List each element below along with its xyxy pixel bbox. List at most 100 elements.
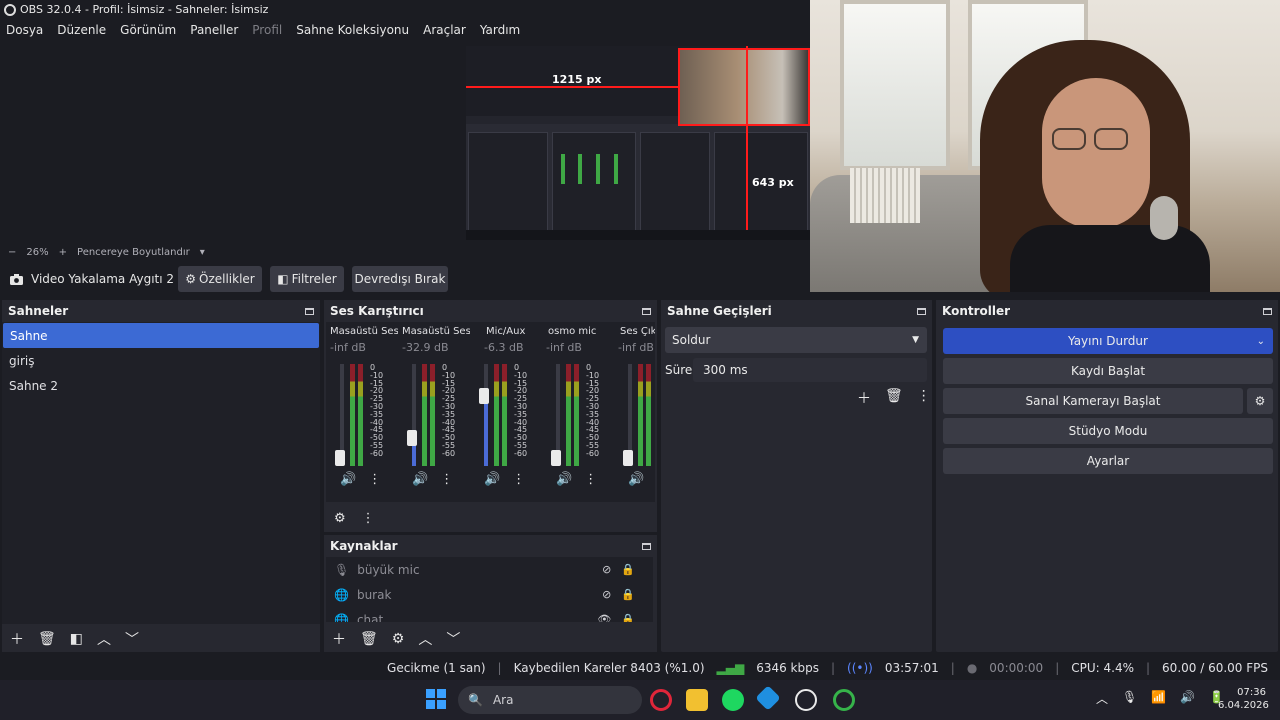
scene-item[interactable]: Sahne 2 [2, 373, 320, 398]
stream-time: 03:57:01 [884, 661, 939, 675]
menu-help[interactable]: Yardım [480, 23, 520, 37]
menu-view[interactable]: Görünüm [120, 23, 176, 37]
recording-app-icon[interactable] [833, 689, 855, 711]
channel-name: Ses Çıkış Yakalama [620, 326, 655, 337]
webcam-video-source[interactable] [810, 0, 1280, 292]
more-icon[interactable]: ⋮ [368, 472, 381, 487]
menu-file[interactable]: Dosya [6, 23, 43, 37]
menu-edit[interactable]: Düzenle [57, 23, 106, 37]
filters-button[interactable]: ◧ Filtreler [270, 266, 344, 292]
volume-slider-handle[interactable] [623, 450, 633, 466]
transition-selected: Soldur [672, 333, 711, 347]
undock-icon[interactable] [642, 307, 651, 315]
more-icon[interactable]: ⋮ [440, 472, 453, 487]
source-item[interactable]: 🎙 büyük mic ⊘ 🔒 [326, 557, 653, 582]
speaker-icon[interactable]: 🔊 [412, 472, 428, 487]
opera-icon[interactable] [650, 689, 672, 711]
remove-scene-icon[interactable]: 🗑 [38, 631, 56, 647]
fit-to-window-select[interactable]: Pencereye Boyutlandır [77, 247, 190, 258]
properties-button[interactable]: ⚙ Özellikler [178, 266, 262, 292]
add-transition-icon[interactable]: ＋ [857, 388, 871, 408]
lock-icon[interactable]: 🔒 [621, 613, 635, 622]
undock-icon[interactable] [917, 307, 926, 315]
deactivate-button[interactable]: Devredışı Bırak [352, 266, 448, 292]
transition-select[interactable]: Soldur ▼ [665, 327, 927, 353]
speaker-icon[interactable]: 🔊 [340, 472, 356, 487]
menu-docks[interactable]: Paneller [190, 23, 238, 37]
undock-icon[interactable] [1263, 307, 1272, 315]
menu-scene-collection[interactable]: Sahne Koleksiyonu [296, 23, 409, 37]
volume-slider-handle[interactable] [407, 430, 417, 447]
remove-source-icon[interactable]: 🗑 [360, 631, 378, 647]
lock-icon[interactable]: 🔒 [621, 563, 635, 576]
source-item[interactable]: 🌐 chat 👁 🔒 [326, 607, 653, 623]
add-source-icon[interactable]: ＋ [332, 629, 346, 649]
system-tray: ︿ 🎙 📶 🔊 🔋 [1096, 690, 1224, 707]
spotify-icon[interactable] [722, 689, 744, 711]
channel-db: -inf dB [618, 341, 654, 354]
hidden-eye-icon[interactable]: ⊘ [602, 588, 611, 601]
start-virtual-camera-button[interactable]: Sanal Kamerayı Başlat [943, 388, 1243, 414]
move-down-icon[interactable]: ﹀ [446, 629, 460, 649]
studio-mode-button[interactable]: Stüdyo Modu [943, 418, 1273, 444]
selected-source: Video Yakalama Aygıtı 2 [0, 272, 176, 286]
menu-profile[interactable]: Profil [252, 23, 282, 37]
level-meter-right [646, 364, 651, 466]
move-up-icon[interactable]: ︿ [418, 629, 432, 649]
chevron-down-icon[interactable]: ⌄ [1257, 336, 1265, 347]
bitrate-status: 6346 kbps [756, 661, 819, 675]
speaker-icon[interactable]: 🔊 [484, 472, 500, 487]
more-icon[interactable]: ⋮ [584, 472, 597, 487]
scene-filters-icon[interactable]: ◧ [70, 631, 83, 647]
settings-button[interactable]: Ayarlar [943, 448, 1273, 474]
transition-actions: ＋ 🗑 ⋮ [857, 388, 931, 408]
move-down-icon[interactable]: ﹀ [125, 629, 139, 649]
start-recording-button[interactable]: Kaydı Başlat [943, 358, 1273, 384]
record-icon: ● [966, 661, 978, 675]
obs-taskbar-icon[interactable] [795, 689, 817, 711]
advanced-audio-icon[interactable]: ⚙ [334, 511, 346, 526]
virtual-camera-settings-button[interactable]: ⚙ [1247, 388, 1273, 414]
scene-item[interactable]: giriş [2, 348, 320, 373]
file-explorer-icon[interactable] [686, 689, 708, 711]
taskbar-clock[interactable]: 07:36 6.04.2026 [1218, 686, 1269, 712]
undock-icon[interactable] [642, 542, 651, 550]
volume-icon[interactable]: 🔊 [1180, 690, 1195, 707]
wifi-icon[interactable]: 📶 [1151, 690, 1166, 707]
chevron-up-icon[interactable]: ︿ [1096, 690, 1108, 707]
more-icon[interactable]: ⋮ [512, 472, 525, 487]
volume-slider-handle[interactable] [335, 450, 345, 466]
remove-transition-icon[interactable]: 🗑 [885, 388, 903, 408]
level-meter-left [566, 364, 571, 466]
speaker-icon[interactable]: 🔊 [556, 472, 572, 487]
eye-icon[interactable]: 👁 [597, 613, 611, 622]
undock-icon[interactable] [305, 307, 314, 315]
volume-slider-handle[interactable] [551, 450, 561, 466]
duration-spinbox[interactable]: 300 ms [693, 358, 927, 382]
stop-stream-button[interactable]: Yayını Durdur ⌄ [943, 328, 1273, 354]
add-scene-icon[interactable]: ＋ [10, 629, 24, 649]
menu-tools[interactable]: Araçlar [423, 23, 466, 37]
chevron-down-icon[interactable]: ▾ [200, 247, 205, 258]
microphone-icon[interactable]: 🎙 [1122, 690, 1137, 707]
lock-icon[interactable]: 🔒 [621, 588, 635, 601]
status-bar: Gecikme (1 san) | Kaybedilen Kareler 840… [387, 661, 1268, 675]
audio-mixer-dock: Ses Karıştırıcı Masaüstü Ses -inf dB 0 -1… [324, 300, 657, 532]
mixer-menu-icon[interactable]: ⋮ [362, 511, 375, 526]
source-item[interactable]: 🌐 burak ⊘ 🔒 [326, 582, 653, 607]
zoom-out-button[interactable]: − [8, 247, 16, 258]
move-up-icon[interactable]: ︿ [97, 629, 111, 649]
scene-item[interactable]: Sahne [3, 323, 319, 348]
level-meter-left [494, 364, 499, 466]
source-properties-icon[interactable]: ⚙ [392, 631, 405, 647]
transition-menu-icon[interactable]: ⋮ [917, 388, 931, 408]
hidden-eye-icon[interactable]: ⊘ [602, 563, 611, 576]
microphone-icon: 🎙 [334, 562, 350, 577]
taskbar-search-box[interactable]: 🔍 Ara [458, 686, 642, 714]
speaker-icon[interactable]: 🔊 [628, 472, 644, 487]
volume-slider-handle[interactable] [479, 388, 489, 405]
transitions-dock: Sahne Geçişleri Soldur ▼ Süre 300 ms ＋ 🗑… [661, 300, 932, 652]
level-meter-right [358, 364, 363, 466]
zoom-in-button[interactable]: + [59, 247, 67, 258]
windows-start-icon[interactable] [426, 689, 446, 709]
